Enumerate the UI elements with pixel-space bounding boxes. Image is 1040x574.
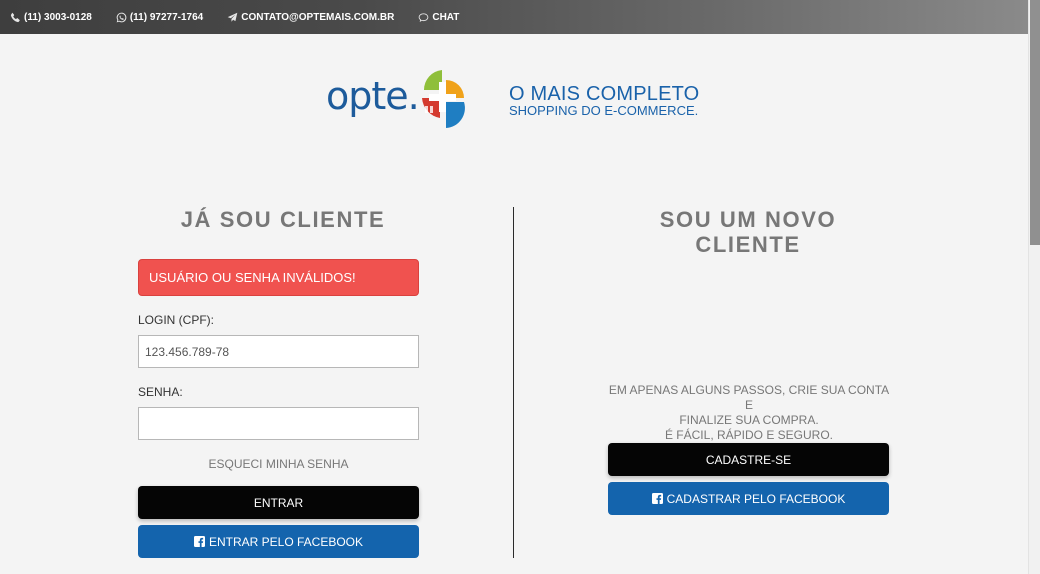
login-button[interactable]: ENTRAR — [138, 486, 419, 519]
column-divider — [513, 207, 514, 558]
facebook-signup-button[interactable]: CADASTRAR PELO FACEBOOK — [608, 482, 889, 515]
facebook-icon — [193, 536, 205, 547]
phone-icon — [10, 12, 20, 22]
tagline: O MAIS COMPLETO SHOPPING DO E-COMMERCE. — [509, 84, 699, 118]
facebook-login-button[interactable]: ENTRAR PELO FACEBOOK — [138, 525, 419, 558]
register-description: EM APENAS ALGUNS PASSOS, CRIE SUA CONTA … — [605, 383, 893, 443]
facebook-login-label: ENTRAR PELO FACEBOOK — [208, 534, 364, 549]
site-logo[interactable]: opte. — [326, 68, 476, 138]
register-section-title: SOU UM NOVO CLIENTE — [603, 207, 893, 257]
signup-button-label: CADASTRE-SE — [705, 452, 792, 467]
chat-bubble-icon — [419, 12, 429, 22]
register-desc-line2: FINALIZE SUA COMPRA. — [679, 413, 819, 427]
phone-contact[interactable]: (11) 3003-0128 — [10, 12, 92, 23]
password-label: SENHA: — [138, 385, 183, 399]
password-input[interactable] — [138, 407, 419, 440]
logo-mark-icon — [422, 70, 465, 128]
forgot-password-link[interactable]: ESQUECI MINHA SENHA — [138, 457, 419, 471]
email-contact[interactable]: CONTATO@OPTEMAIS.COM.BR — [227, 12, 394, 23]
whatsapp-contact[interactable]: (11) 97277-1764 — [116, 12, 203, 23]
chat-label: CHAT — [432, 11, 460, 23]
logo-wordmark: opte. — [326, 74, 420, 118]
paper-plane-icon — [227, 12, 238, 22]
whatsapp-icon — [116, 12, 127, 22]
register-title-line2: CLIENTE — [695, 232, 801, 257]
email-address: CONTATO@OPTEMAIS.COM.BR — [241, 11, 395, 23]
login-label: LOGIN (CPF): — [138, 313, 215, 327]
login-button-label: ENTRAR — [253, 495, 304, 510]
login-section-title: JÁ SOU CLIENTE — [180, 207, 386, 232]
facebook-icon — [651, 493, 663, 504]
error-message: USUÁRIO OU SENHA INVÁLIDOS! — [149, 270, 356, 285]
chat-link[interactable]: CHAT — [418, 12, 459, 23]
register-desc-line1: EM APENAS ALGUNS PASSOS, CRIE SUA CONTA … — [608, 383, 890, 412]
top-contact-bar: (11) 3003-0128 (11) 97277-1764 CONTATO@O… — [0, 0, 1028, 34]
register-title-line1: SOU UM NOVO — [659, 207, 837, 232]
signup-button[interactable]: CADASTRE-SE — [608, 443, 889, 476]
scrollbar-thumb[interactable] — [1030, 0, 1040, 245]
login-cpf-input[interactable] — [138, 335, 419, 368]
whatsapp-number: (11) 97277-1764 — [129, 11, 204, 23]
register-desc-line3: É FÁCIL, RÁPIDO E SEGURO. — [664, 428, 834, 442]
page-scrollbar[interactable] — [1028, 0, 1040, 574]
phone-number: (11) 3003-0128 — [24, 11, 92, 23]
tagline-main: O MAIS COMPLETO — [509, 83, 700, 105]
tagline-sub: SHOPPING DO E-COMMERCE. — [509, 103, 699, 118]
error-alert: USUÁRIO OU SENHA INVÁLIDOS! — [138, 259, 419, 296]
facebook-signup-label: CADASTRAR PELO FACEBOOK — [666, 491, 846, 506]
